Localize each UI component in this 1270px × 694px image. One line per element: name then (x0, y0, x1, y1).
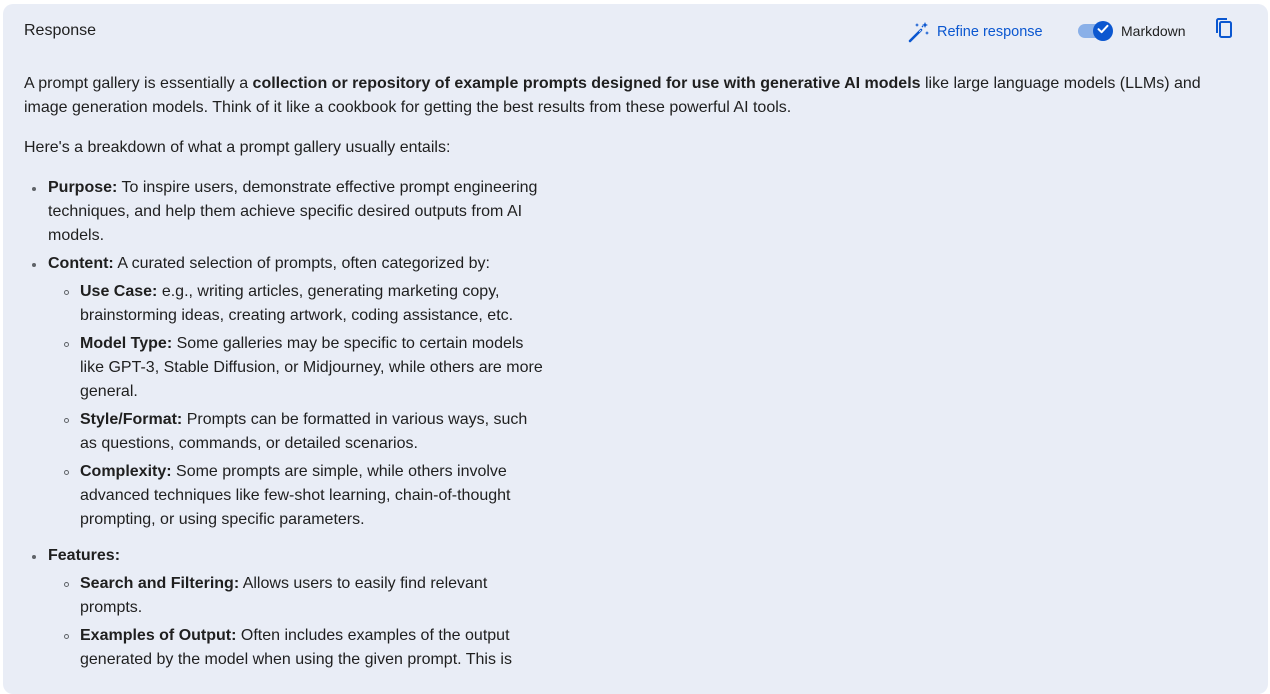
sublist-item-use-case: Use Case: e.g., writing articles, genera… (48, 280, 544, 328)
list-item-purpose: Purpose: To inspire users, demonstrate e… (24, 176, 544, 248)
sublist-item-label: Search and Filtering: (80, 575, 240, 592)
intro-bold-text: collection or repository of example prom… (252, 75, 921, 92)
toggle-knob (1093, 21, 1113, 41)
content-sublist: Use Case: e.g., writing articles, genera… (48, 280, 544, 532)
list-item-text: A curated selection of prompts, often ca… (113, 255, 490, 272)
list-item-text: To inspire users, demonstrate effective … (48, 179, 538, 244)
sublist-item-search-filtering: Search and Filtering: Allows users to ea… (48, 572, 544, 620)
sublist-item-model-type: Model Type: Some galleries may be specif… (48, 332, 544, 404)
response-panel: Response Refine response Markdown A prom… (3, 4, 1268, 694)
sublist-item-label: Complexity: (80, 463, 172, 480)
refine-response-label: Refine response (937, 24, 1043, 40)
breakdown-list: Purpose: To inspire users, demonstrate e… (24, 176, 544, 672)
list-item-content: Content: A curated selection of prompts,… (24, 252, 544, 532)
check-icon (1096, 22, 1110, 41)
list-item-label: Content: (48, 255, 114, 272)
markdown-label: Markdown (1121, 23, 1186, 39)
breakdown-paragraph: Here's a breakdown of what a prompt gall… (24, 139, 451, 156)
magic-wand-icon (907, 20, 931, 44)
list-item-label: Purpose: (48, 179, 118, 196)
sublist-item-complexity: Complexity: Some prompts are simple, whi… (48, 460, 544, 532)
sublist-item-label: Examples of Output: (80, 627, 237, 644)
refine-response-button[interactable]: Refine response (907, 20, 1043, 44)
markdown-toggle-group: Markdown (1077, 19, 1186, 43)
copy-icon (1212, 16, 1236, 45)
markdown-toggle[interactable] (1077, 20, 1114, 42)
intro-paragraph: A prompt gallery is essentially a collec… (24, 72, 1219, 120)
sublist-item-style-format: Style/Format: Prompts can be formatted i… (48, 408, 544, 456)
copy-button[interactable] (1210, 16, 1238, 44)
sublist-item-examples-output: Examples of Output: Often includes examp… (48, 624, 544, 672)
response-header: Response Refine response Markdown (3, 4, 1268, 58)
sublist-item-label: Model Type: (80, 335, 173, 352)
intro-text-start: A prompt gallery is essentially a (24, 75, 253, 92)
response-content: A prompt gallery is essentially a collec… (24, 72, 1224, 684)
sublist-item-label: Use Case: (80, 283, 158, 300)
panel-title: Response (24, 22, 97, 39)
sublist-item-label: Style/Format: (80, 411, 183, 428)
list-item-label: Features: (48, 547, 121, 564)
list-item-features: Features: Search and Filtering: Allows u… (24, 544, 544, 672)
features-sublist: Search and Filtering: Allows users to ea… (48, 572, 544, 672)
